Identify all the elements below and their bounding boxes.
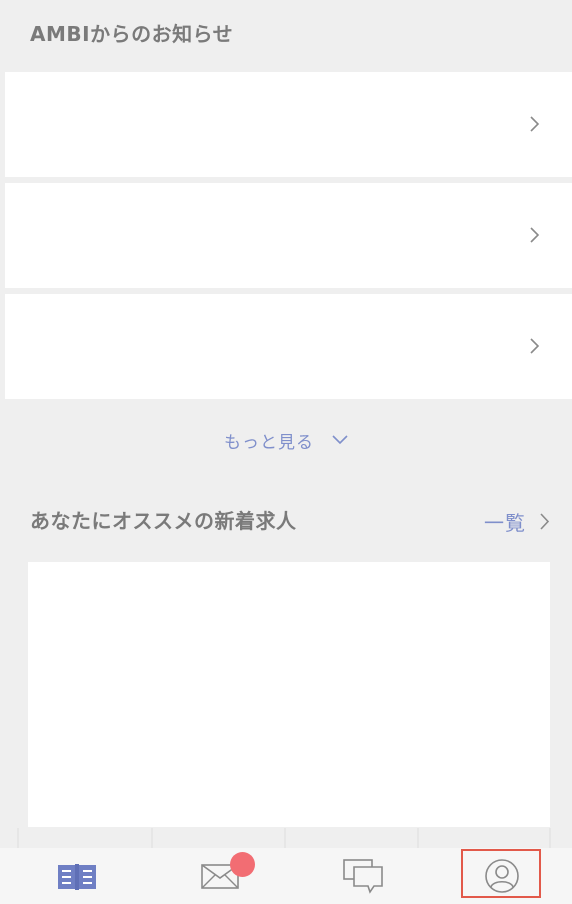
user-profile-icon <box>484 859 519 893</box>
show-more-button[interactable]: もっと見る <box>0 424 572 456</box>
chevron-right-icon <box>530 227 540 243</box>
tab-profile[interactable] <box>430 848 572 904</box>
chevron-right-icon <box>540 512 550 530</box>
card-divider-lines <box>17 828 551 848</box>
notice-card[interactable] <box>5 183 572 288</box>
notice-card[interactable] <box>5 294 572 399</box>
chat-bubbles-icon <box>342 859 383 894</box>
tab-messages[interactable] <box>148 848 291 904</box>
bottom-tab-bar <box>0 848 572 904</box>
chevron-down-icon <box>332 435 348 445</box>
notification-badge <box>230 852 255 877</box>
view-all-link[interactable]: 一覧 <box>484 504 550 538</box>
tab-chat[interactable] <box>291 848 434 904</box>
notices-section-title: AMBIからのお知らせ <box>30 22 234 46</box>
recommended-section-title: あなたにオススメの新着求人 <box>30 509 297 533</box>
show-more-label: もっと見る <box>224 432 314 453</box>
chevron-right-icon <box>530 338 540 354</box>
book-icon <box>57 864 96 890</box>
job-card[interactable] <box>28 562 550 827</box>
view-all-label: 一覧 <box>484 510 526 535</box>
tab-book[interactable] <box>5 848 148 904</box>
notice-card[interactable] <box>5 72 572 177</box>
app-screen: AMBIからのお知らせ もっと見る あなたにオススメの新着求人 一覧 <box>0 0 572 904</box>
chevron-right-icon <box>530 116 540 132</box>
